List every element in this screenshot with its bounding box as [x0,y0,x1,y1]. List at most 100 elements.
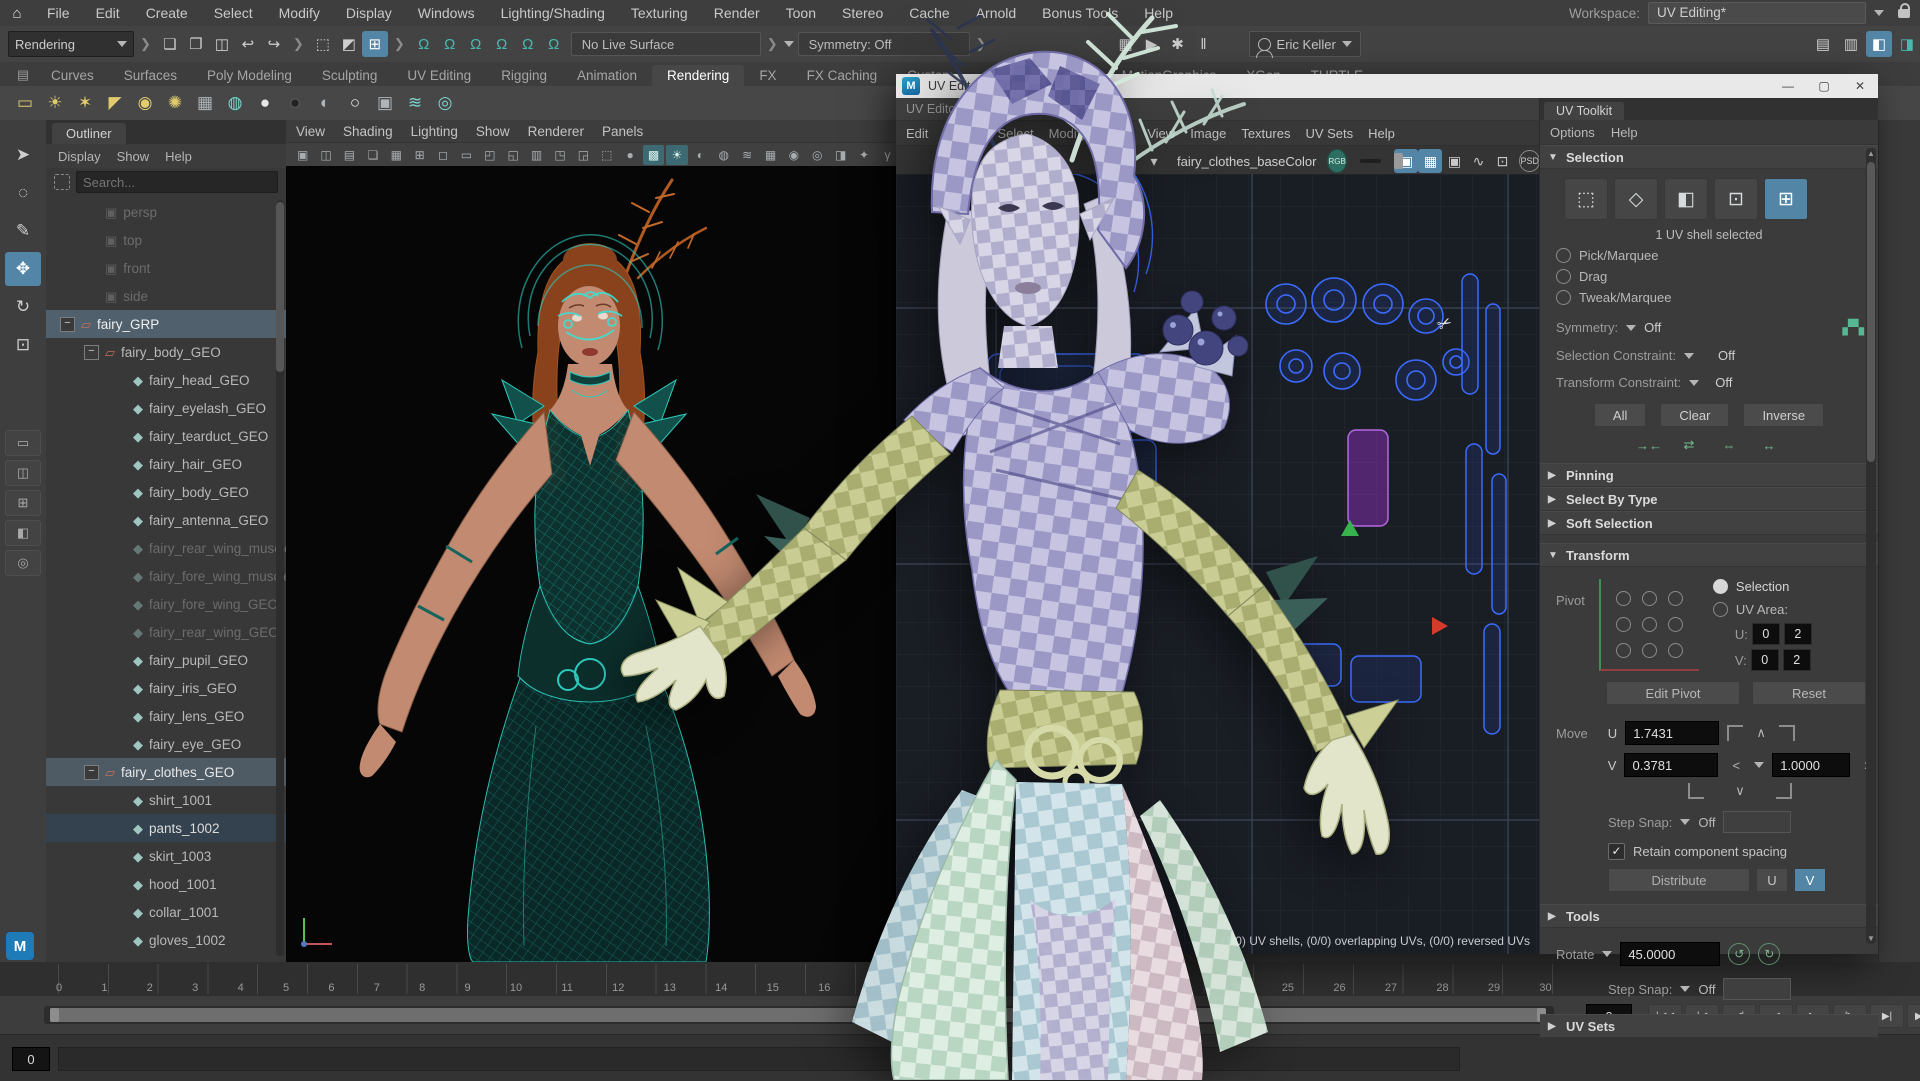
outliner-row[interactable]: side [46,282,286,310]
uv-menu-item[interactable]: Textures [1241,126,1290,141]
outliner-row[interactable]: fairy_fore_wing_GEO [46,590,286,618]
viewport-menu-item[interactable]: Shading [343,124,393,139]
screen-space-ao-icon[interactable]: ◍ [713,145,734,165]
viewport-menu-item[interactable]: Renderer [528,124,584,139]
directional-light-icon[interactable]: ☀ [40,88,70,118]
attribute-editor-toggle-icon[interactable]: ▤ [1810,31,1836,57]
maya-m-badge[interactable]: M [6,932,34,960]
uv-menu-item[interactable]: View [1147,126,1175,141]
save-scene-icon[interactable]: ◫ [209,31,235,57]
go-to-end-button[interactable]: ▶▶| [1907,1004,1920,1028]
select-camera-icon[interactable]: ▣ [292,145,313,165]
snap-curve-icon[interactable]: Ω [437,31,463,57]
menu-item[interactable]: Display [333,0,405,26]
selection-mode-radio[interactable]: Tweak/Marquee [1540,290,1878,305]
outliner-menu-item[interactable]: Show [117,149,150,164]
symmetry-value[interactable]: Off [1644,320,1661,335]
viewport-menu-item[interactable]: View [296,124,325,139]
shelf-tab[interactable]: FX [744,65,791,86]
command-line-input[interactable] [58,1047,1460,1071]
new-scene-icon[interactable]: ❏ [157,31,183,57]
move-step-field[interactable]: 1.0000 [1772,753,1850,777]
scale-tool[interactable]: ⊡ [5,328,41,362]
spot-light-icon[interactable]: ◤ [100,88,130,118]
symmetry-field[interactable]: Symmetry: Off [798,32,970,56]
psd-network-icon[interactable]: PSD [1519,150,1540,172]
texture-name[interactable]: fairy_clothes_baseColor [1177,154,1316,169]
isolate-select-icon[interactable]: ◎ [807,145,828,165]
menu-item[interactable]: Modify [266,0,333,26]
selection-constraint-value[interactable]: Off [1718,348,1735,363]
gate-mask-icon[interactable]: ◱ [503,145,524,165]
marquee-select-icon[interactable]: ⬚ [1564,178,1608,220]
render-current-frame-icon[interactable]: ▦ [1113,31,1139,57]
modeling-toolkit-toggle-icon[interactable]: ◨ [1894,31,1920,57]
move-up-button[interactable]: ∧ [1751,725,1771,741]
viewport-menu-item[interactable]: Show [476,124,510,139]
outliner-scrollbar[interactable] [276,200,284,956]
camera-attributes-icon[interactable]: ▤ [339,145,360,165]
move-up-left-button[interactable] [1727,725,1743,741]
move-left-button[interactable]: < [1726,758,1746,773]
oversan-icon[interactable]: ◻ [432,145,453,165]
standard-surface-icon[interactable]: ● [250,88,280,118]
pinch-uv-icon[interactable]: ∿ [1466,149,1490,173]
uv-menu-item[interactable]: Select [997,126,1033,141]
reset-pivot-button[interactable]: Reset [1752,681,1866,705]
wireframe-icon[interactable]: ⬚ [596,145,617,165]
select-object-icon[interactable]: ◩ [336,31,362,57]
rotate-cw-button[interactable]: ↻ [1758,943,1780,965]
ipr-render-icon[interactable]: ▶ [1139,31,1165,57]
outliner-row[interactable]: persp [46,198,286,226]
uv-menu-item[interactable]: Image [1190,126,1226,141]
uv-area-v-max[interactable]: 2 [1783,649,1811,671]
bookmarks-icon[interactable]: ❏ [362,145,383,165]
field-chart-icon[interactable]: ▥ [526,145,547,165]
gamma-icon[interactable]: γ [877,145,898,165]
texture-dropdown-arrow-icon[interactable]: ▾ [1142,149,1166,173]
menu-item[interactable]: Windows [405,0,488,26]
menu-item[interactable]: Arnold [963,0,1029,26]
resolution-gate-icon[interactable]: ◰ [479,145,500,165]
safe-action-icon[interactable]: ◳ [549,145,570,165]
multisample-icon[interactable]: ▦ [760,145,781,165]
uv-menu-item[interactable]: Help [1368,126,1395,141]
section-uv-sets[interactable]: ▶UV Sets [1540,1014,1878,1038]
expand-toggle[interactable]: − [60,317,75,332]
shaded-icon[interactable]: ● [619,145,640,165]
film-gate-icon[interactable]: ▭ [456,145,477,165]
image-plane-icon[interactable]: ▦ [386,145,407,165]
shelf-tab[interactable]: Poly Modeling [192,65,307,86]
vertex-select-icon[interactable]: ◇ [1614,178,1658,220]
render-settings-icon[interactable]: ✱ [1165,31,1191,57]
filter-icon[interactable] [54,174,70,190]
single-pane-layout-button[interactable]: ▭ [5,430,41,456]
outliner-search-input[interactable] [76,171,278,193]
section-selection[interactable]: ▼Selection [1540,145,1878,169]
selection-mode-radio[interactable]: Pick/Marquee [1540,248,1878,263]
outliner-row[interactable]: fairy_iris_GEO [46,674,286,702]
blinn-material-icon[interactable]: ● [280,88,310,118]
select-hierarchy-icon[interactable]: ⬚ [310,31,336,57]
viewport-canvas[interactable] [286,166,898,962]
display-image-toggle-icon[interactable]: ▣ [1094,149,1118,173]
uv-shell-select-icon[interactable]: ⊞ [1764,178,1808,220]
workspace-lock-icon[interactable] [1898,9,1910,18]
workspace-dropdown-arrow-icon[interactable] [1874,10,1884,16]
live-surface-field[interactable]: No Live Surface [571,32,761,56]
retain-spacing-checkbox[interactable]: ✓ [1608,843,1625,860]
outliner-row[interactable]: gloves_1002 [46,926,286,954]
outliner-row[interactable]: fairy_eye_GEO [46,730,286,758]
pivot-mode-uvarea[interactable]: UV Area: [1713,602,1812,617]
exposure-icon[interactable]: ✦ [853,145,874,165]
pause-icon[interactable]: ‖ [1191,31,1217,57]
collapsed-section[interactable]: ▶Select By Type [1540,487,1878,511]
uv-toolkit-tab[interactable]: UV Toolkit [1544,102,1624,120]
motion-blur-icon[interactable]: ≋ [400,88,430,118]
image-dim-slider[interactable] [1360,159,1382,163]
outliner-row[interactable]: skirt_1003 [46,842,286,870]
outliner-row[interactable]: fairy_body_GEO [46,478,286,506]
face-select-icon[interactable]: ◧ [1664,178,1708,220]
outliner-row[interactable]: fairy_head_GEO [46,366,286,394]
transform-constraint-value[interactable]: Off [1715,375,1732,390]
